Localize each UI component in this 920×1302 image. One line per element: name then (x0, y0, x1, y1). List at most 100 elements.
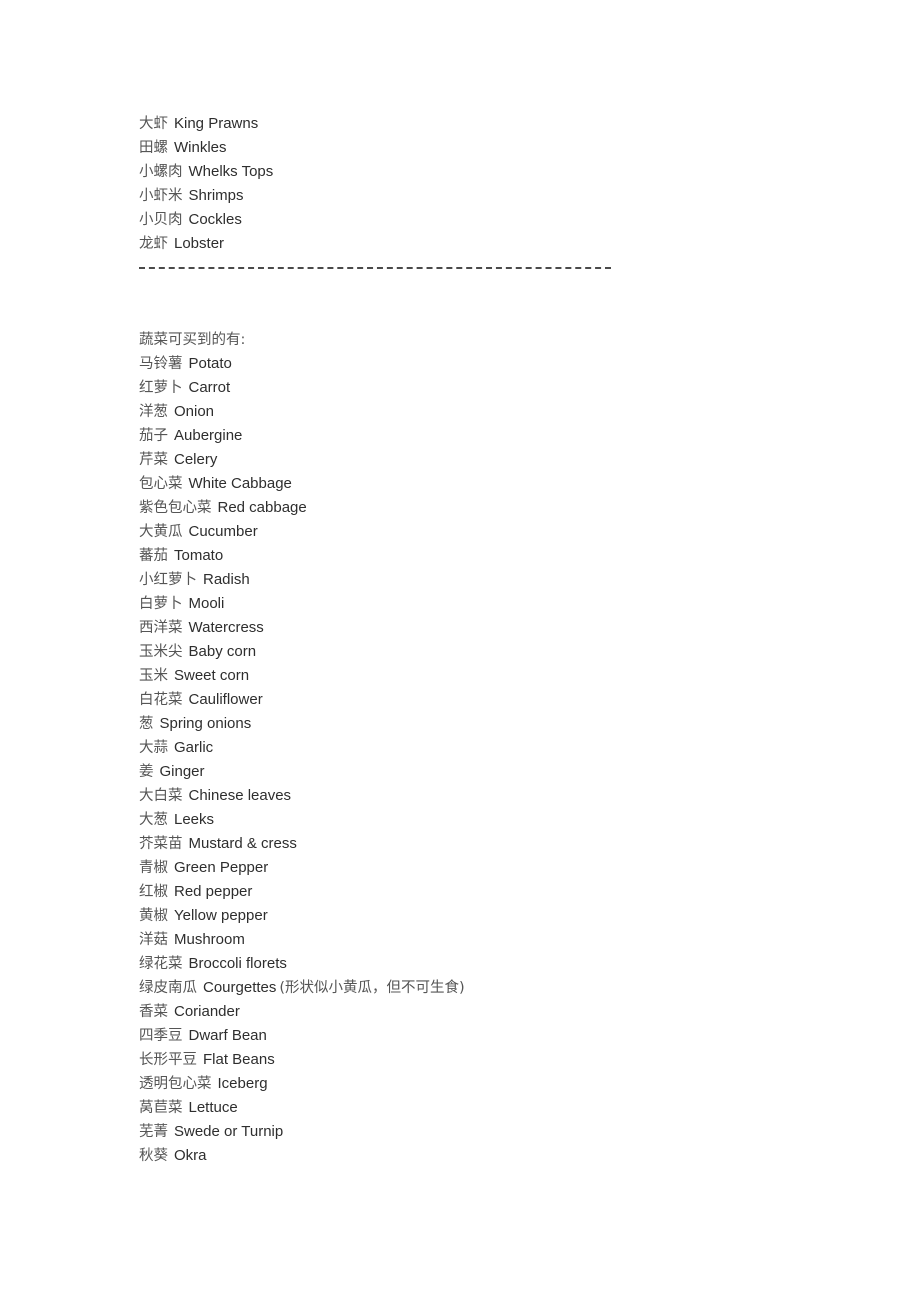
vegetable-entry: 秋葵 Okra (139, 1144, 839, 1168)
vegetable-term-cjk: 姜 (139, 764, 154, 780)
vegetable-term-latin: Carrot (188, 379, 231, 396)
vegetable-term-cjk: 玉米 (139, 668, 168, 684)
vegetable-term-latin: Onion (174, 403, 215, 420)
vegetable-section-heading: 蔬菜可买到的有: (139, 332, 246, 348)
vegetable-term-latin: Potato (188, 355, 232, 372)
vegetable-section: 蔬菜可买到的有: 马铃薯 Potato 红萝卜 Carrot 洋葱 Onion 茄子 Aube… (139, 328, 839, 1168)
vegetable-term-cjk: 包心菜 (139, 476, 183, 492)
vegetable-term-cjk: 芜菁 (139, 1124, 168, 1140)
seafood-term-cjk: 田螺 (139, 140, 168, 156)
vegetable-term-latin: Iceberg (217, 1075, 268, 1092)
vegetable-term-latin: Celery (174, 451, 218, 468)
vegetable-entry: 大黄瓜 Cucumber (139, 520, 839, 544)
seafood-term-cjk: 龙虾 (139, 236, 168, 252)
vegetable-term-cjk: 香菜 (139, 1004, 168, 1020)
seafood-term-latin: Shrimps (188, 187, 244, 204)
seafood-term-latin: Cockles (188, 211, 242, 228)
vegetable-term-cjk: 绿皮南瓜 (139, 980, 197, 996)
vegetable-term-latin: Mushroom (174, 931, 245, 948)
vegetable-entry: 绿花菜 Broccoli florets (139, 952, 839, 976)
vegetable-term-cjk: 红椒 (139, 884, 168, 900)
seafood-entry: 小贝肉 Cockles (139, 208, 839, 232)
vegetable-term-latin: Aubergine (174, 427, 243, 444)
vegetable-term-latin: Green Pepper (174, 859, 269, 876)
vegetable-entry: 红萝卜 Carrot (139, 376, 839, 400)
vegetable-term-cjk: 长形平豆 (139, 1052, 197, 1068)
vegetable-term-cjk: 青椒 (139, 860, 168, 876)
vegetable-entry: 青椒 Green Pepper (139, 856, 839, 880)
seafood-term-cjk: 小螺肉 (139, 164, 183, 180)
vegetable-term-cjk: 莴苣菜 (139, 1100, 183, 1116)
vegetable-entry: 茄子 Aubergine (139, 424, 839, 448)
vegetable-entry: 紫色包心菜 Red cabbage (139, 496, 839, 520)
vegetable-term-latin: Broccoli florets (188, 955, 287, 972)
vegetable-term-latin: Garlic (174, 739, 214, 756)
vegetable-term-cjk: 白萝卜 (139, 596, 183, 612)
vegetable-entry: 马铃薯 Potato (139, 352, 839, 376)
vegetable-term-cjk: 茄子 (139, 428, 168, 444)
vegetable-term-latin: Mustard & cress (188, 835, 297, 852)
vegetable-term-latin: Baby corn (188, 643, 257, 660)
vegetable-entry: 透明包心菜 Iceberg (139, 1072, 839, 1096)
vegetable-term-latin: Chinese leaves (188, 787, 292, 804)
vegetable-term-latin: Swede or Turnip (174, 1123, 284, 1140)
vegetable-entry: 四季豆 Dwarf Bean (139, 1024, 839, 1048)
vegetable-term-cjk: 透明包心菜 (139, 1076, 212, 1092)
vegetable-entry: 大白菜 Chinese leaves (139, 784, 839, 808)
vegetable-entry: 长形平豆 Flat Beans (139, 1048, 839, 1072)
vegetable-entry: 大蒜 Garlic (139, 736, 839, 760)
vegetable-entry: 洋菇 Mushroom (139, 928, 839, 952)
vegetable-entry: 洋葱 Onion (139, 400, 839, 424)
seafood-entry: 田螺 Winkles (139, 136, 839, 160)
document-content: 大虾 King Prawns 田螺 Winkles 小螺肉 Whelks Tops 小虾米 S… (139, 112, 839, 1168)
seafood-entry: 小螺肉 Whelks Tops (139, 160, 839, 184)
vegetable-term-latin: Dwarf Bean (188, 1027, 267, 1044)
vegetable-term-latin: Coriander (174, 1003, 240, 1020)
vegetable-entry: 蕃茄 Tomato (139, 544, 839, 568)
vegetable-term-cjk: 芥菜苗 (139, 836, 183, 852)
vegetable-entry: 香菜 Coriander (139, 1000, 839, 1024)
vegetable-entry: 葱 Spring onions (139, 712, 839, 736)
vegetable-entry: 白萝卜 Mooli (139, 592, 839, 616)
vegetable-entry-list: 马铃薯 Potato 红萝卜 Carrot 洋葱 Onion 茄子 Aubergine 芹菜 Ce… (139, 352, 839, 1168)
document-page: 大虾 King Prawns 田螺 Winkles 小螺肉 Whelks Tops 小虾米 S… (0, 0, 920, 1302)
seafood-term-cjk: 小贝肉 (139, 212, 183, 228)
seafood-term-latin: Lobster (174, 235, 225, 252)
seafood-term-cjk: 小虾米 (139, 188, 183, 204)
vegetable-entry: 黄椒 Yellow pepper (139, 904, 839, 928)
vegetable-term-latin: Watercress (188, 619, 264, 636)
vegetable-term-note: (形状似小黄瓜，但不可生食) (279, 980, 465, 996)
vegetable-entry: 包心菜 White Cabbage (139, 472, 839, 496)
vegetable-entry: 芹菜 Celery (139, 448, 839, 472)
vegetable-term-latin: White Cabbage (188, 475, 292, 492)
vegetable-entry: 玉米尖 Baby corn (139, 640, 839, 664)
section-divider (139, 256, 611, 280)
vegetable-entry: 白花菜 Cauliflower (139, 688, 839, 712)
vegetable-term-latin: Lettuce (188, 1099, 238, 1116)
vegetable-term-latin: Radish (203, 571, 250, 588)
vegetable-term-latin: Red cabbage (217, 499, 307, 516)
vegetable-entry: 小红萝卜 Radish (139, 568, 839, 592)
seafood-term-latin: King Prawns (174, 115, 259, 132)
seafood-term-latin: Winkles (174, 139, 227, 156)
vegetable-term-cjk: 洋葱 (139, 404, 168, 420)
vegetable-term-cjk: 小红萝卜 (139, 572, 197, 588)
vegetable-entry: 绿皮南瓜 Courgettes (形状似小黄瓜，但不可生食) (139, 976, 839, 1000)
vegetable-entry: 大葱 Leeks (139, 808, 839, 832)
vegetable-term-cjk: 蕃茄 (139, 548, 168, 564)
vegetable-entry: 莴苣菜 Lettuce (139, 1096, 839, 1120)
vegetable-term-cjk: 芹菜 (139, 452, 168, 468)
vegetable-term-cjk: 玉米尖 (139, 644, 183, 660)
vegetable-term-cjk: 绿花菜 (139, 956, 183, 972)
vegetable-term-latin: Courgettes (203, 979, 277, 996)
vegetable-term-cjk: 葱 (139, 716, 154, 732)
vegetable-term-cjk: 大白菜 (139, 788, 183, 804)
vegetable-term-latin: Red pepper (174, 883, 253, 900)
vegetable-term-cjk: 洋菇 (139, 932, 168, 948)
vegetable-term-latin: Mooli (188, 595, 225, 612)
vegetable-term-cjk: 大黄瓜 (139, 524, 183, 540)
vegetable-term-latin: Sweet corn (174, 667, 250, 684)
vegetable-entry: 芜菁 Swede or Turnip (139, 1120, 839, 1144)
vegetable-term-cjk: 马铃薯 (139, 356, 183, 372)
